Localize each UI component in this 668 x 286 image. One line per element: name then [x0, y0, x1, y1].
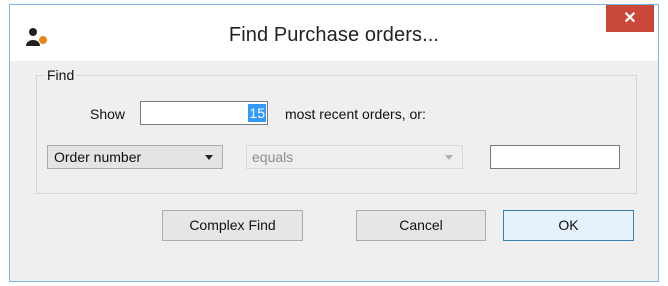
complex-find-button[interactable]: Complex Find [162, 210, 303, 241]
show-label: Show [90, 106, 126, 122]
dialog-body: Find Show 15 most recent orders, or: Ord… [10, 61, 658, 281]
title-bar[interactable]: Find Purchase orders... ✕ [10, 5, 658, 61]
window-title: Find Purchase orders... [228, 24, 440, 46]
find-groupbox [36, 75, 637, 194]
close-icon: ✕ [623, 10, 637, 27]
chevron-down-icon [205, 155, 213, 160]
search-value-input[interactable] [490, 145, 620, 169]
close-button[interactable]: ✕ [606, 5, 654, 32]
operator-value: equals [252, 149, 294, 165]
search-field-value: Order number [54, 149, 142, 165]
operator-select: equals [246, 145, 463, 169]
chevron-down-icon [445, 155, 453, 160]
most-recent-label: most recent orders, or: [285, 106, 426, 122]
find-purchase-orders-dialog: Find Purchase orders... ✕ Find Show 15 m… [9, 4, 659, 282]
recent-count-value: 15 [248, 104, 266, 122]
recent-count-input[interactable]: 15 [140, 101, 268, 125]
cancel-button[interactable]: Cancel [356, 210, 486, 241]
ok-button[interactable]: OK [503, 210, 634, 241]
search-field-select[interactable]: Order number [47, 145, 223, 169]
find-group-label: Find [45, 67, 77, 83]
